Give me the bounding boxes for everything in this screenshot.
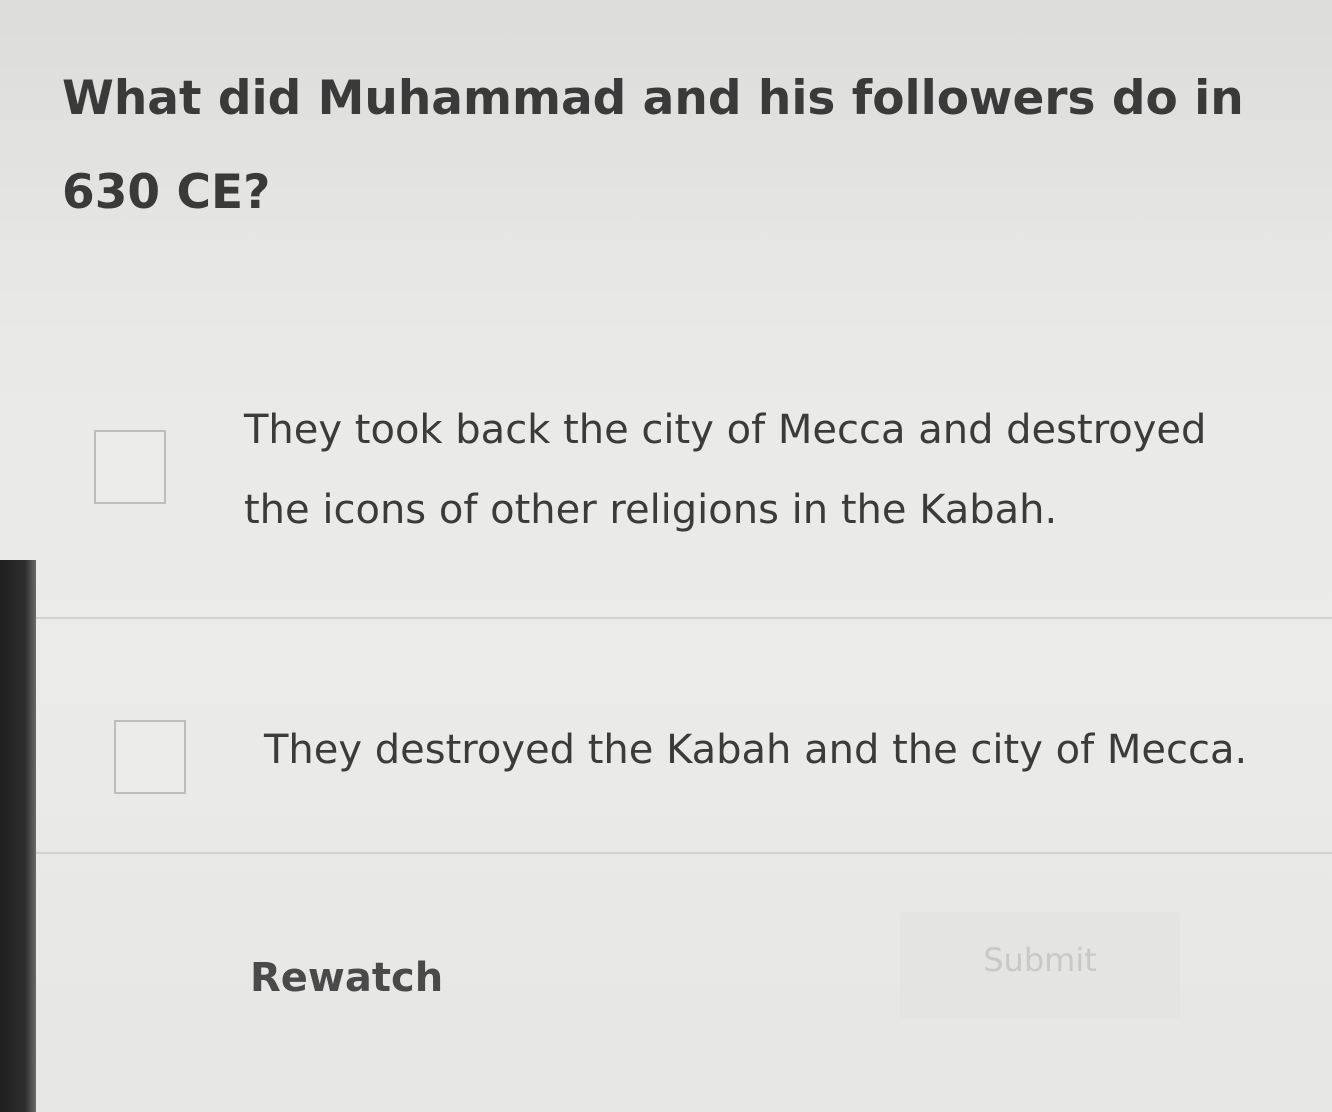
actions-divider — [36, 852, 1332, 854]
answer-option-1-label: They took back the city of Mecca and des… — [244, 407, 1207, 533]
checkbox-option-1[interactable] — [94, 430, 166, 504]
rewatch-button[interactable]: Rewatch — [250, 955, 443, 1001]
answer-option-1[interactable]: They took back the city of Mecca and des… — [60, 390, 1332, 615]
answer-option-2[interactable]: They destroyed the Kabah and the city of… — [60, 690, 1332, 850]
question-text: What did Muhammad and his followers do i… — [62, 71, 1244, 220]
submit-button[interactable]: Submit — [900, 912, 1180, 1018]
checkbox-option-2[interactable] — [114, 720, 186, 794]
option-divider — [36, 617, 1332, 619]
answer-option-2-label: They destroyed the Kabah and the city of… — [264, 727, 1248, 773]
screen-bezel — [0, 560, 36, 1112]
